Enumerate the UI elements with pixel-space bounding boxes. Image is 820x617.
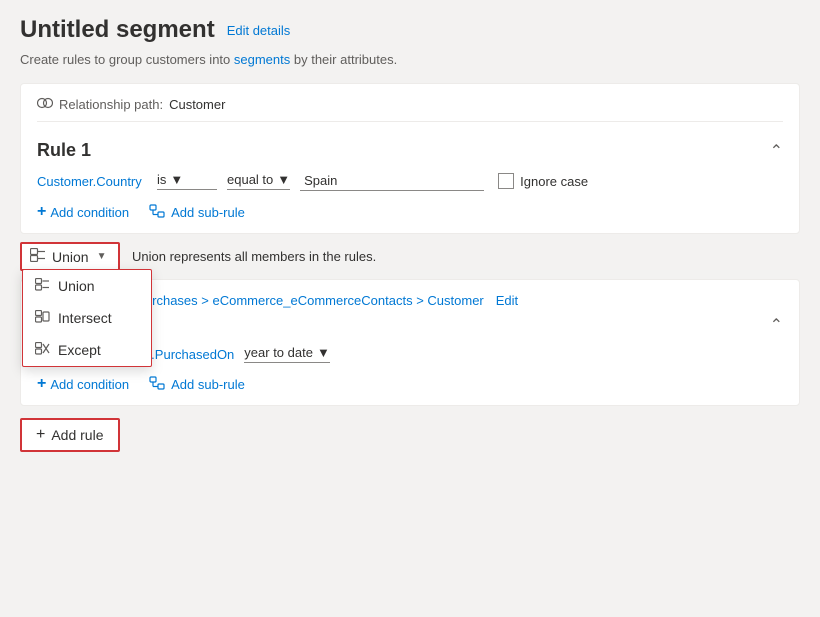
rule1-card: Relationship path: Customer Rule 1 ⌃ Cus…	[20, 83, 800, 234]
operator-option-intersect[interactable]: Intersect	[23, 302, 151, 334]
operator-option-union-label: Union	[58, 278, 95, 294]
rule1-header: Rule 1 ⌃	[37, 130, 783, 171]
rule2-comparator-select[interactable]: year to date ▼	[244, 345, 330, 363]
rule1-comparator-chevron: ▼	[277, 172, 290, 187]
add-rule-label: Add rule	[51, 427, 103, 443]
rule2-relationship-edit-link[interactable]: Edit	[496, 293, 518, 308]
operator-dropdown-label: Union	[52, 249, 89, 265]
rule1-condition-row: Customer.Country is ▼ equal to ▼ Ignore …	[37, 171, 783, 191]
operator-dropdown-chevron: ▼	[97, 251, 107, 262]
rule2-add-condition-label: Add condition	[50, 377, 129, 392]
rule1-add-subrule-button[interactable]: Add sub-rule	[149, 204, 245, 221]
operator-option-except-label: Except	[58, 342, 101, 358]
rule2-add-subrule-label: Add sub-rule	[171, 377, 245, 392]
rule1-title: Rule 1	[37, 140, 91, 161]
rule2-add-row: + Add condition Add sub-rule	[37, 375, 783, 393]
relationship-bar: Relationship path: Customer	[37, 96, 783, 113]
rule2-comparator-value: year to date	[244, 345, 313, 360]
page-title: Untitled segment	[20, 16, 215, 44]
rule2-add-subrule-button[interactable]: Add sub-rule	[149, 376, 245, 393]
rule1-operator-select[interactable]: is ▼	[157, 172, 217, 190]
rule2-add-subrule-icon	[149, 376, 165, 393]
ignore-case-label: Ignore case	[520, 174, 588, 189]
rule1-add-row: + Add condition Add sub-rule	[37, 203, 783, 221]
ignore-case-checkbox[interactable]	[498, 173, 514, 189]
operator-dropdown-icon	[30, 248, 46, 265]
operator-option-union[interactable]: Union	[23, 270, 151, 302]
divider	[37, 121, 783, 122]
page-header: Untitled segment Edit details	[20, 16, 800, 44]
page-container: Untitled segment Edit details Create rul…	[0, 0, 820, 468]
rule1-add-condition-button[interactable]: + Add condition	[37, 203, 129, 221]
union-icon	[35, 278, 50, 294]
ignore-case-wrapper: Ignore case	[498, 173, 588, 189]
relationship-label: Relationship path:	[59, 97, 163, 112]
rule1-add-condition-label: Add condition	[50, 205, 129, 220]
rule1-add-condition-plus-icon: +	[37, 203, 46, 221]
rule1-operator-value: is	[157, 172, 166, 187]
operator-option-intersect-label: Intersect	[58, 310, 112, 326]
rule2-add-condition-plus-icon: +	[37, 375, 46, 393]
rule1-value-input[interactable]	[300, 171, 484, 191]
add-rule-button[interactable]: + Add rule	[20, 418, 120, 452]
operator-option-except[interactable]: Except	[23, 334, 151, 366]
operator-description: Union represents all members in the rule…	[132, 249, 376, 264]
operator-dropdown[interactable]: Union ▼ Union	[20, 242, 120, 271]
rule2-add-condition-button[interactable]: + Add condition	[37, 375, 129, 393]
rule1-collapse-icon[interactable]: ⌃	[770, 141, 783, 161]
rule1-operator-chevron: ▼	[170, 172, 183, 187]
rule1-add-subrule-label: Add sub-rule	[171, 205, 245, 220]
add-rule-plus-icon: +	[36, 426, 45, 444]
rule1-comparator-value: equal to	[227, 172, 273, 187]
relationship-value: Customer	[169, 97, 225, 112]
rule1-add-subrule-icon	[149, 204, 165, 221]
except-icon	[35, 342, 50, 358]
operator-dropdown-menu: Union Intersect	[22, 269, 152, 367]
rule1-comparator-select[interactable]: equal to ▼	[227, 172, 290, 190]
operator-row: Union ▼ Union	[20, 242, 800, 271]
intersect-icon	[35, 310, 50, 326]
rule2-collapse-icon[interactable]: ⌃	[770, 315, 783, 335]
page-subtitle: Create rules to group customers into seg…	[20, 52, 800, 67]
rule2-comparator-chevron: ▼	[317, 345, 330, 360]
edit-details-link[interactable]: Edit details	[227, 23, 291, 38]
rule1-condition-attr: Customer.Country	[37, 174, 147, 189]
relationship-icon	[37, 96, 53, 113]
